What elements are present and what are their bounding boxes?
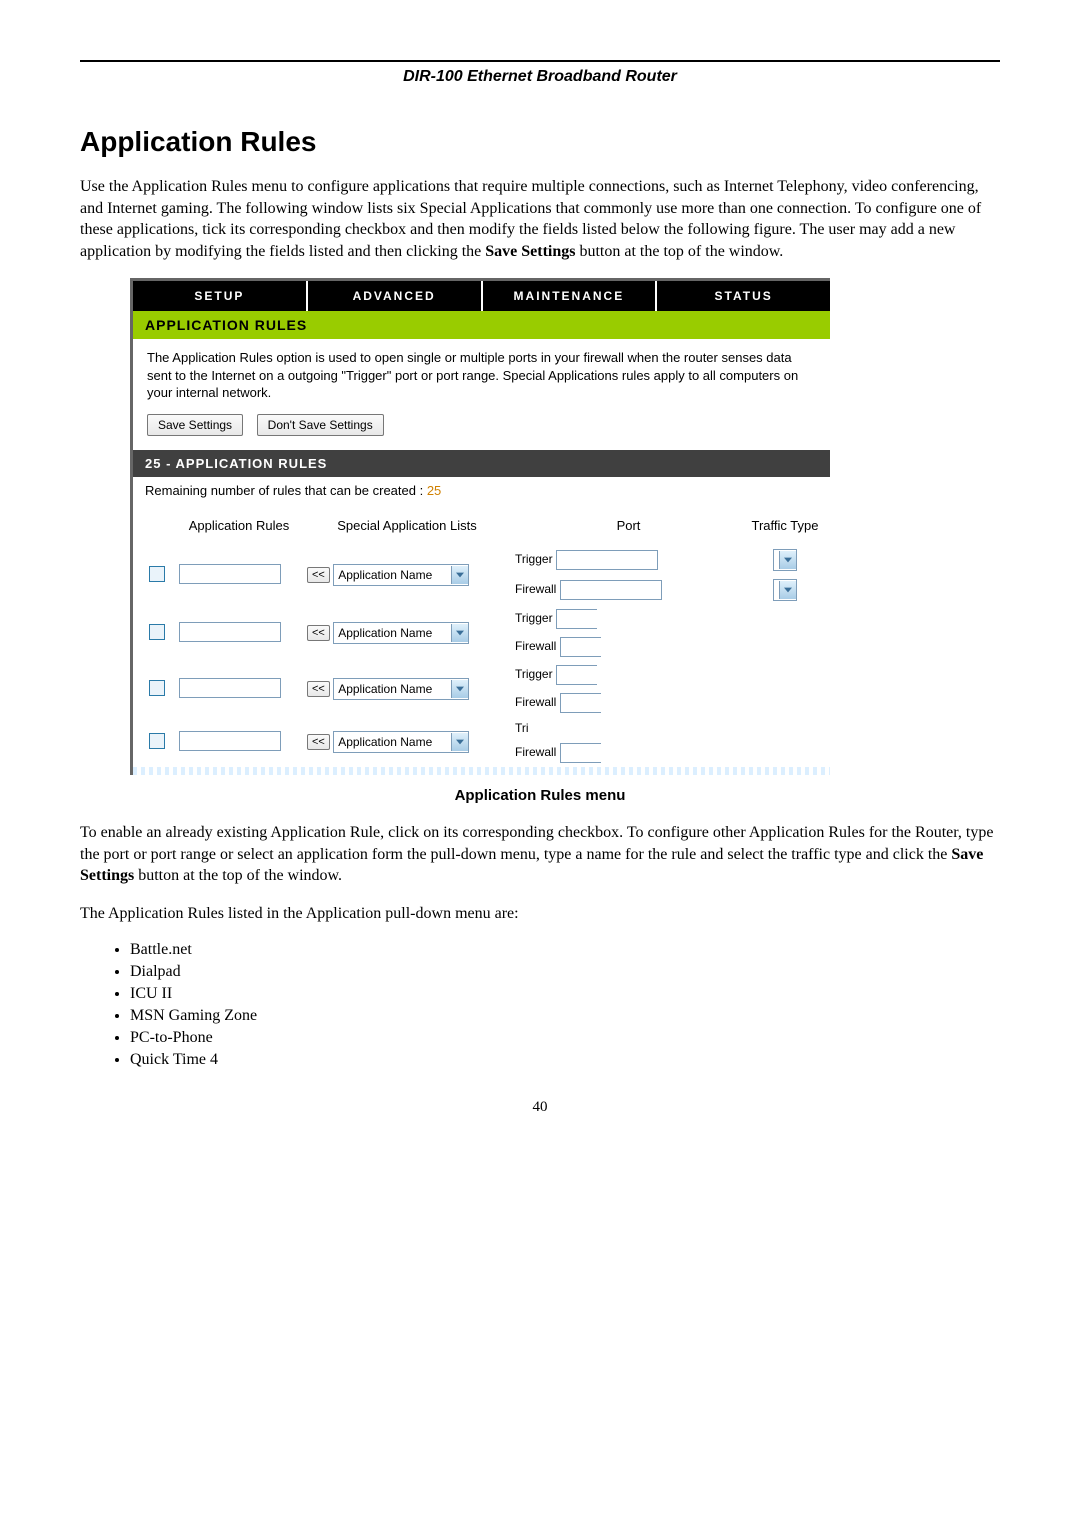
rule-checkbox[interactable] [149, 566, 165, 582]
page-number: 40 [80, 1099, 1000, 1116]
rule-name-input[interactable] [179, 678, 281, 698]
application-name-value: Application Name [338, 735, 432, 749]
list-item: MSN Gaming Zone [130, 1007, 1000, 1025]
list-item: PC-to-Phone [130, 1029, 1000, 1047]
table-row: << Application Name Trigger [139, 605, 824, 633]
remaining-rules: Remaining number of rules that can be cr… [133, 477, 830, 512]
table-row: << Application Name Tri [139, 717, 824, 739]
after-paragraph-1: To enable an already existing Applicatio… [80, 822, 1000, 887]
page-header: DIR-100 Ethernet Broadband Router [80, 68, 1000, 86]
trigger-port-input[interactable] [556, 550, 658, 570]
rule-name-input[interactable] [179, 564, 281, 584]
remaining-value: 25 [427, 483, 441, 498]
list-item: ICU II [130, 985, 1000, 1003]
top-tabs: SETUP ADVANCED MAINTENANCE STATUS [133, 281, 830, 311]
table-header-row: Application Rules Special Application Li… [139, 512, 824, 545]
rules-count-title: 25 - APPLICATION RULES [133, 450, 830, 477]
copy-name-button[interactable]: << [307, 681, 330, 697]
rules-table: Application Rules Special Application Li… [139, 512, 824, 767]
firewall-port-input[interactable] [560, 693, 601, 713]
col-special-lists: Special Application Lists [303, 512, 511, 545]
application-name-value: Application Name [338, 568, 432, 582]
intro-tail: button at the top of the window. [575, 243, 783, 260]
col-port: Port [511, 512, 746, 545]
rule-checkbox[interactable] [149, 733, 165, 749]
chevron-down-icon [451, 680, 468, 698]
application-name-value: Application Name [338, 626, 432, 640]
router-ui-screenshot: SETUP ADVANCED MAINTENANCE STATUS APPLIC… [130, 278, 830, 775]
intro-paragraph: Use the Application Rules menu to config… [80, 176, 1000, 262]
copy-name-button[interactable]: << [307, 734, 330, 750]
copy-name-button[interactable]: << [307, 625, 330, 641]
rule-name-input[interactable] [179, 622, 281, 642]
application-name-select[interactable]: Application Name [333, 678, 469, 700]
trigger-port-input[interactable] [556, 665, 597, 685]
port-firewall-label: Firewall [515, 695, 556, 709]
chevron-down-icon [451, 624, 468, 642]
port-firewall-label: Firewall [515, 639, 556, 653]
application-list: Battle.net Dialpad ICU II MSN Gaming Zon… [130, 941, 1000, 1069]
tab-maintenance[interactable]: MAINTENANCE [483, 281, 658, 311]
list-item: Quick Time 4 [130, 1051, 1000, 1069]
tab-advanced[interactable]: ADVANCED [308, 281, 483, 311]
port-trigger-label: Trigger [515, 667, 553, 681]
intro-bold: Save Settings [485, 243, 575, 260]
table-row: << Application Name Trigger [139, 545, 824, 575]
firewall-port-input[interactable] [560, 743, 601, 763]
section-description-block: The Application Rules option is used to … [133, 339, 830, 450]
col-app-rules: Application Rules [175, 512, 303, 545]
col-traffic-type: Traffic Type [746, 512, 824, 545]
tab-status[interactable]: STATUS [657, 281, 830, 311]
firewall-port-input[interactable] [560, 637, 601, 657]
firewall-port-input[interactable] [560, 580, 662, 600]
application-name-select[interactable]: Application Name [333, 731, 469, 753]
traffic-type-select[interactable] [773, 549, 797, 571]
table-row: << Application Name Trigger [139, 661, 824, 689]
port-trigger-label: Trigger [515, 611, 553, 625]
chevron-down-icon [451, 733, 468, 751]
traffic-type-select[interactable] [773, 579, 797, 601]
page-title: Application Rules [80, 126, 1000, 158]
application-name-select[interactable]: Application Name [333, 564, 469, 586]
chevron-down-icon [779, 581, 796, 599]
copy-name-button[interactable]: << [307, 567, 330, 583]
section-title: APPLICATION RULES [133, 311, 830, 339]
application-name-value: Application Name [338, 682, 432, 696]
after1-a: To enable an already existing Applicatio… [80, 824, 993, 863]
port-trigger-label-cut: Tri [515, 721, 529, 735]
figure-caption: Application Rules menu [80, 787, 1000, 804]
after1-c: button at the top of the window. [134, 867, 342, 884]
tab-setup[interactable]: SETUP [133, 281, 308, 311]
trigger-port-input[interactable] [556, 609, 597, 629]
rule-checkbox[interactable] [149, 680, 165, 696]
port-firewall-label: Firewall [515, 745, 556, 759]
port-firewall-label: Firewall [515, 582, 556, 596]
list-item: Dialpad [130, 963, 1000, 981]
port-trigger-label: Trigger [515, 552, 553, 566]
chevron-down-icon [451, 566, 468, 584]
remaining-label: Remaining number of rules that can be cr… [145, 483, 427, 498]
dont-save-settings-button[interactable]: Don't Save Settings [257, 414, 384, 436]
application-name-select[interactable]: Application Name [333, 622, 469, 644]
rule-checkbox[interactable] [149, 624, 165, 640]
list-item: Battle.net [130, 941, 1000, 959]
rule-name-input[interactable] [179, 731, 281, 751]
screenshot-bottom-edge [133, 767, 830, 775]
save-settings-button[interactable]: Save Settings [147, 414, 243, 436]
section-description: The Application Rules option is used to … [147, 349, 816, 402]
after-paragraph-2: The Application Rules listed in the Appl… [80, 903, 1000, 925]
chevron-down-icon [779, 551, 796, 569]
